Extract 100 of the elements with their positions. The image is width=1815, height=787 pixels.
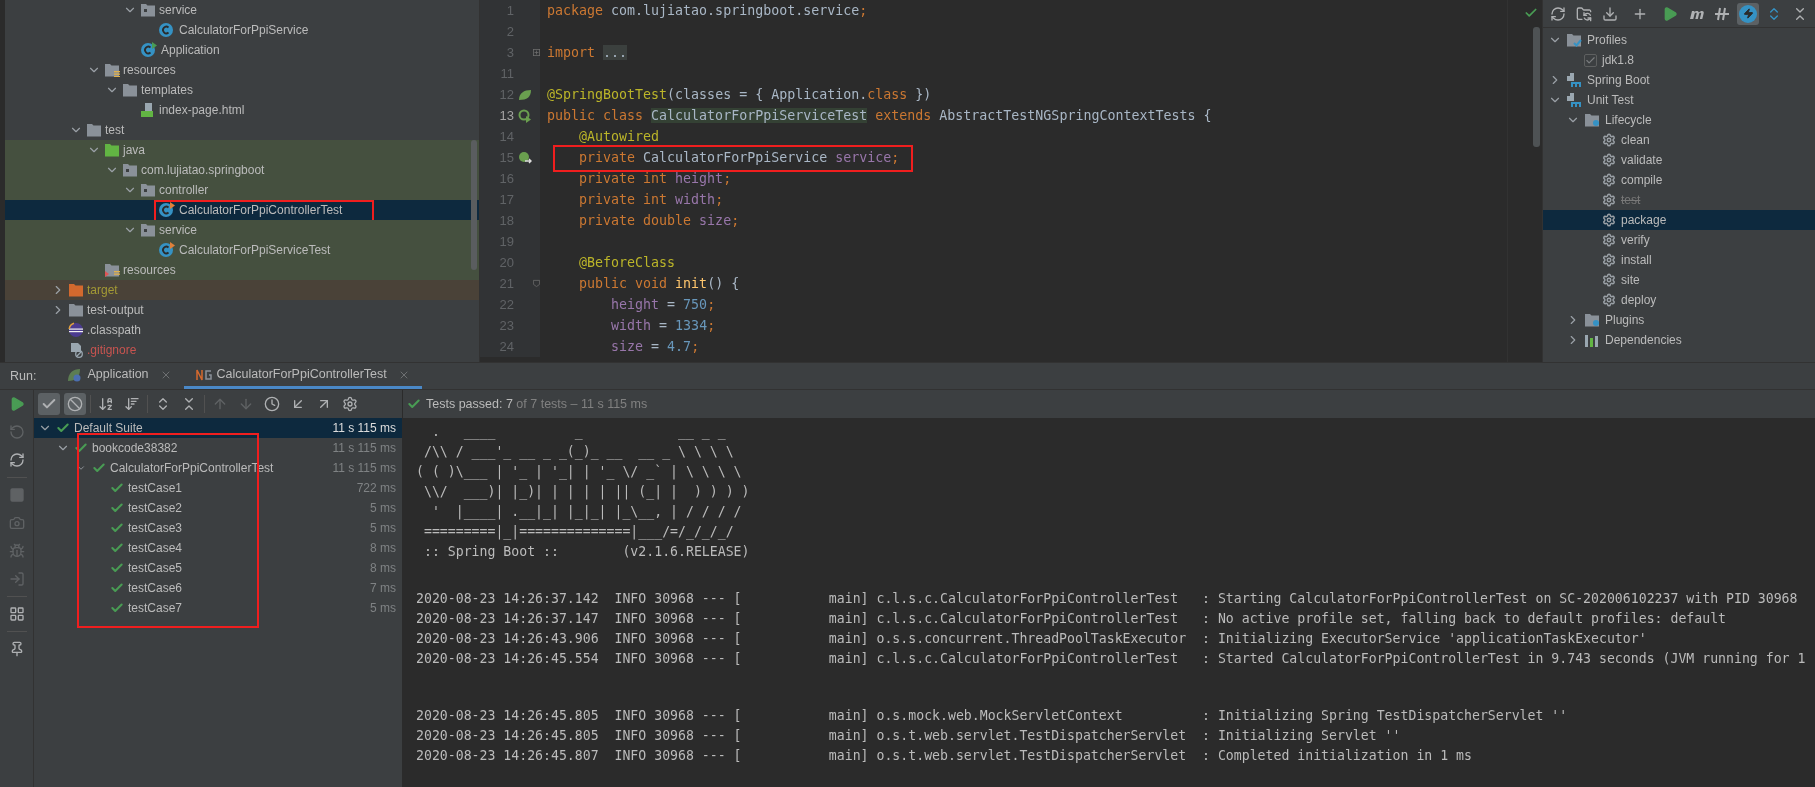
tree-item[interactable]: CalculatorForPpiControllerTest bbox=[5, 200, 479, 220]
item-label: index-page.html bbox=[159, 102, 245, 119]
test-duration: 5 ms bbox=[370, 600, 396, 617]
item-label: Spring Boot bbox=[1587, 72, 1650, 89]
tree-item[interactable]: Unit Test bbox=[1543, 90, 1815, 110]
tree-item[interactable]: deploy bbox=[1543, 290, 1815, 310]
gear-icon bbox=[1602, 153, 1616, 167]
tree-item[interactable]: CalculatorForPpiServiceTest bbox=[5, 240, 479, 260]
tree-item[interactable]: site bbox=[1543, 270, 1815, 290]
resources-folder-icon bbox=[104, 63, 120, 77]
tree-item[interactable]: compile bbox=[1543, 170, 1815, 190]
gear-icon bbox=[1602, 213, 1616, 227]
tree-item[interactable]: test-output bbox=[5, 300, 479, 320]
test-tree-row[interactable]: testCase7 5 ms bbox=[34, 598, 402, 618]
tree-item[interactable]: Dependencies bbox=[1543, 330, 1815, 350]
checkbox[interactable] bbox=[1584, 53, 1597, 67]
code-line: width = 1334; bbox=[610, 317, 716, 333]
console-line: ( ( )\___ | '_ | '_| | '_ \/ _` | \ \ \ \ bbox=[416, 463, 743, 482]
package-icon bbox=[140, 223, 156, 237]
tree-item[interactable]: resources bbox=[5, 260, 479, 280]
tree-item[interactable]: controller bbox=[5, 180, 479, 200]
scrollbar-thumb[interactable] bbox=[471, 140, 477, 270]
scrollbar-thumb[interactable] bbox=[1533, 27, 1540, 147]
console-line: 2020-08-23 14:26:45.805 INFO 30968 --- [ main] o.s.t.web.servlet.TestDispatcherServlet : Initializing Servlet '' bbox=[416, 727, 1402, 745]
item-label: CalculatorForPpiService bbox=[179, 22, 309, 39]
tree-item[interactable]: java bbox=[5, 140, 479, 160]
skip-tests-button[interactable] bbox=[1737, 2, 1759, 25]
test-tree-row[interactable]: testCase3 5 ms bbox=[34, 518, 402, 538]
leaf-icon[interactable] bbox=[518, 88, 532, 101]
test-tree-row[interactable]: Default Suite 11 s 115 ms bbox=[34, 418, 402, 438]
run-tab[interactable]: Application bbox=[54, 363, 184, 389]
code-line: private double size; bbox=[578, 212, 740, 228]
fold-icon[interactable] bbox=[533, 48, 540, 57]
ignored-file-icon bbox=[68, 342, 84, 358]
test-tree-row[interactable]: testCase6 7 ms bbox=[34, 578, 402, 598]
tree-item[interactable]: Profiles bbox=[1543, 30, 1815, 50]
test-tree-row[interactable]: testCase1 722 ms bbox=[34, 478, 402, 498]
tree-item[interactable]: validate bbox=[1543, 150, 1815, 170]
play-icon bbox=[1662, 5, 1678, 22]
show-ignored-button[interactable] bbox=[64, 393, 86, 415]
test-duration: 5 ms bbox=[370, 500, 396, 517]
tree-item[interactable]: CalculatorForPpiService bbox=[5, 20, 479, 40]
folder-refresh-icon bbox=[1576, 5, 1592, 22]
item-label: com.lujiatao.springboot bbox=[141, 162, 265, 179]
console-line: 2020-08-23 14:26:45.807 INFO 30968 --- [ main] o.s.t.web.servlet.TestDispatcherServlet : Completed initialization in 1 ms bbox=[416, 747, 1473, 765]
test-tree-row[interactable]: testCase2 5 ms bbox=[34, 498, 402, 518]
tree-item[interactable]: test bbox=[5, 120, 479, 140]
tree-item[interactable]: service bbox=[5, 0, 479, 20]
item-label: deploy bbox=[1621, 292, 1657, 309]
folder-icon bbox=[122, 83, 138, 97]
sort-icon bbox=[124, 396, 140, 412]
code-line: @Autowired bbox=[578, 128, 660, 144]
console-line: \\/ ___)| |_)| | | | | || (_| | ) ) ) ) bbox=[422, 483, 751, 502]
tree-item[interactable]: Spring Boot bbox=[1543, 70, 1815, 90]
tree-item[interactable]: target bbox=[5, 280, 479, 300]
show-passed-button[interactable] bbox=[38, 393, 60, 415]
item-label: test bbox=[105, 122, 125, 139]
test-tree-row[interactable]: bookcode38382 11 s 115 ms bbox=[34, 438, 402, 458]
item-label: package bbox=[1621, 212, 1667, 229]
item-label: CalculatorForPpiServiceTest bbox=[179, 242, 331, 259]
tree-item[interactable]: resources bbox=[5, 60, 479, 80]
slash-icon bbox=[1714, 6, 1730, 21]
leaf-icon[interactable] bbox=[518, 150, 532, 165]
test-duration: 8 ms bbox=[370, 540, 396, 557]
tree-item[interactable]: .classpath bbox=[5, 320, 479, 340]
gear-icon bbox=[1602, 193, 1616, 207]
run-icon[interactable] bbox=[518, 108, 532, 123]
tree-item[interactable]: jdk1.8 bbox=[1543, 50, 1815, 70]
download-icon bbox=[1602, 5, 1618, 22]
tree-item[interactable]: verify bbox=[1543, 230, 1815, 250]
item-label: Dependencies bbox=[1605, 332, 1682, 349]
code-line: private int width; bbox=[578, 191, 724, 207]
test-name: Default Suite bbox=[74, 420, 143, 437]
item-label: jdk1.8 bbox=[1602, 52, 1635, 69]
test-tree-row[interactable]: testCase4 8 ms bbox=[34, 538, 402, 558]
refresh-icon bbox=[8, 452, 25, 468]
tree-item[interactable]: install bbox=[1543, 250, 1815, 270]
console-line: =========|_|==============|___/=/_/_/_/ bbox=[422, 523, 735, 542]
console-line: 2020-08-23 14:26:37.147 INFO 30968 --- [ main] c.l.s.c.CalculatorForPpiControllerTest : No active profile set, falling back to default profiles: default bbox=[416, 610, 1728, 628]
tree-item[interactable]: com.lujiatao.springboot bbox=[5, 160, 479, 180]
code-line: import ... bbox=[547, 44, 628, 60]
run-tab[interactable]: CalculatorForPpiControllerTest bbox=[183, 363, 422, 389]
test-name: testCase4 bbox=[128, 540, 183, 557]
test-tree-row[interactable]: testCase5 8 ms bbox=[34, 558, 402, 578]
tree-item[interactable]: Lifecycle bbox=[1543, 110, 1815, 130]
tree-item[interactable]: templates bbox=[5, 80, 479, 100]
plugins-folder-icon bbox=[1584, 313, 1600, 327]
tree-item[interactable]: index-page.html bbox=[5, 100, 479, 120]
run-class-icon bbox=[140, 42, 158, 58]
tree-item[interactable]: clean bbox=[1543, 130, 1815, 150]
tree-item[interactable]: service bbox=[5, 220, 479, 240]
tree-item[interactable]: Plugins bbox=[1543, 310, 1815, 330]
item-label: compile bbox=[1621, 172, 1663, 189]
tree-item[interactable]: package bbox=[1543, 210, 1815, 230]
app-run-icon bbox=[66, 366, 83, 383]
tree-item[interactable]: Application bbox=[5, 40, 479, 60]
console-line: /\\ / ___'_ __ _ _(_)_ __ __ _ \ \ \ \ bbox=[422, 443, 735, 462]
item-label: controller bbox=[159, 182, 209, 199]
chevron-down-icon[interactable] bbox=[76, 463, 86, 473]
code-line: size = 4.7; bbox=[610, 338, 700, 354]
